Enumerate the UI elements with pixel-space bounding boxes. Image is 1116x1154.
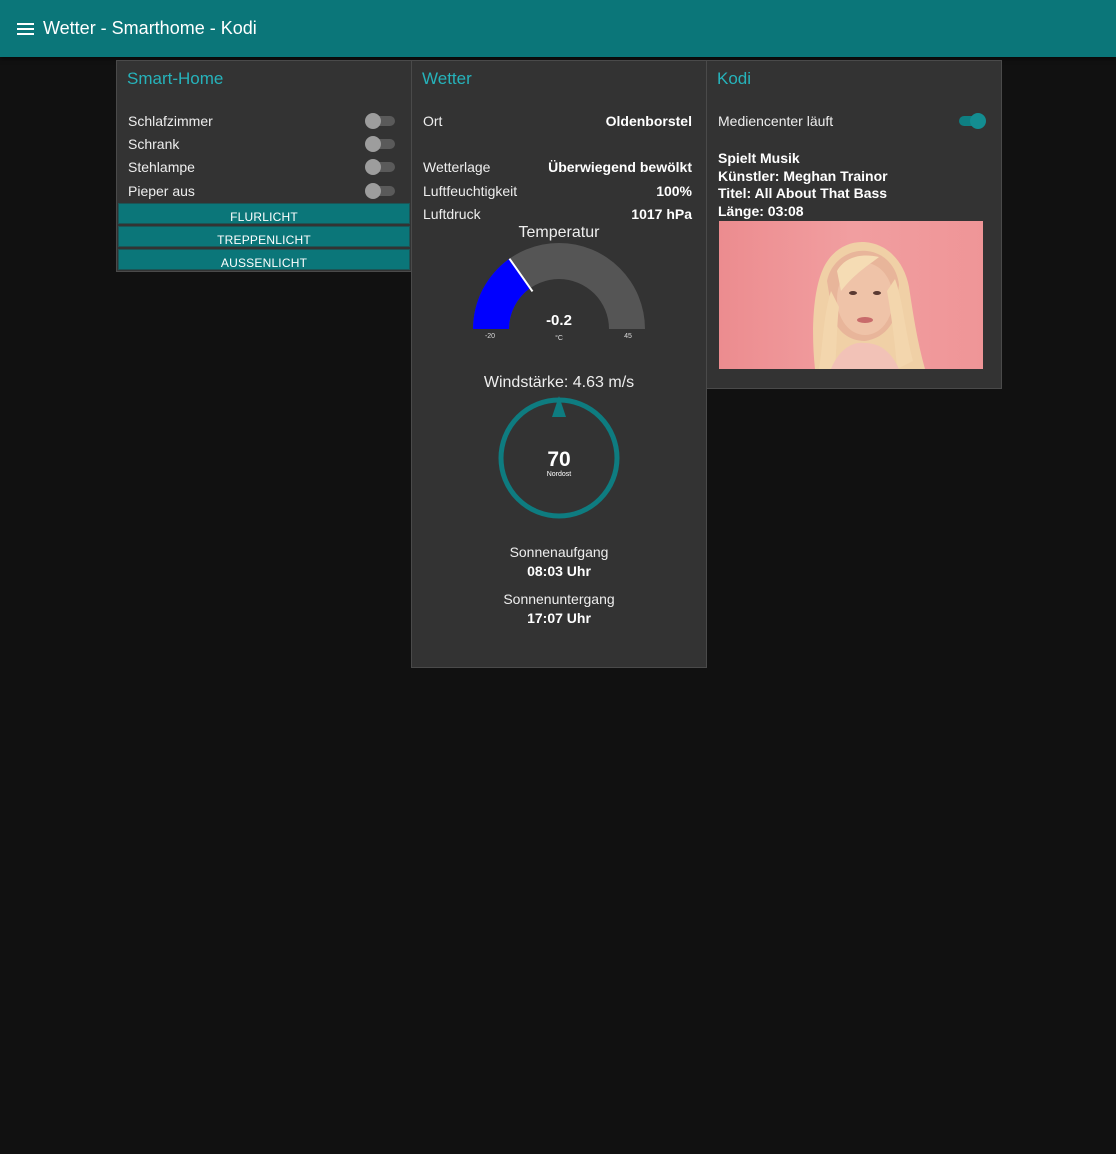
pressure-row: Luftdruck 1017 hPa bbox=[423, 204, 692, 224]
kodi-artist: Künstler: Meghan Trainor bbox=[718, 168, 888, 184]
ort-label: Ort bbox=[423, 113, 443, 129]
sunset-label: Sonnenuntergang bbox=[503, 591, 615, 607]
hamburger-menu-icon[interactable] bbox=[17, 22, 34, 35]
album-art-image bbox=[719, 221, 983, 369]
pieper-aus-toggle[interactable] bbox=[365, 183, 397, 199]
schlafzimmer-toggle[interactable] bbox=[365, 113, 397, 129]
switch-row-schlafzimmer: Schlafzimmer bbox=[128, 111, 397, 131]
switch-row-stehlampe: Stehlampe bbox=[128, 157, 397, 177]
app-title: Wetter - Smarthome - Kodi bbox=[43, 18, 257, 38]
flurlicht-button[interactable]: FLURLICHT bbox=[118, 203, 410, 224]
treppenlicht-button[interactable]: TREPPENLICHT bbox=[118, 226, 410, 247]
wind-direction-value: 70 bbox=[547, 448, 570, 471]
wetterlage-row: Wetterlage Überwiegend bewölkt bbox=[423, 157, 692, 177]
humidity-label: Luftfeuchtigkeit bbox=[423, 183, 518, 199]
wind-compass: 70 Nordost bbox=[498, 396, 620, 519]
smarthome-card: Smart-Home Schlafzimmer Schrank Stehlamp… bbox=[116, 60, 412, 272]
mediacenter-row: Mediencenter läuft bbox=[718, 111, 987, 131]
gauge-value-label: -0.2 bbox=[546, 312, 572, 329]
gauge-max-label: 45 bbox=[624, 333, 632, 340]
switch-label: Schrank bbox=[128, 136, 180, 152]
stehlampe-toggle[interactable] bbox=[365, 159, 397, 175]
aussenlicht-button[interactable]: AUSSENLICHT bbox=[118, 249, 410, 270]
wetterlage-value: Überwiegend bewölkt bbox=[548, 159, 692, 175]
pressure-value: 1017 hPa bbox=[631, 206, 692, 222]
kodi-track-title: Titel: All About That Bass bbox=[718, 185, 888, 201]
sunrise-label: Sonnenaufgang bbox=[509, 544, 609, 560]
kodi-length: Länge: 03:08 bbox=[718, 203, 804, 219]
mediacenter-toggle[interactable] bbox=[955, 113, 987, 129]
ort-row: Ort Oldenborstel bbox=[423, 111, 692, 131]
gauge-min-label: -20 bbox=[485, 333, 495, 340]
weather-card: Wetter Ort Oldenborstel Wetterlage Überw… bbox=[411, 60, 707, 668]
switch-row-pieper-aus: Pieper aus bbox=[128, 181, 397, 201]
switch-row-schrank: Schrank bbox=[128, 134, 397, 154]
wind-direction-name: Nordost bbox=[547, 471, 572, 478]
wetterlage-label: Wetterlage bbox=[423, 159, 491, 175]
sunrise-value: 08:03 Uhr bbox=[527, 563, 591, 579]
schrank-toggle[interactable] bbox=[365, 136, 397, 152]
kodi-card: Kodi Mediencenter läuft Spielt Musik Kün… bbox=[706, 60, 1002, 389]
ort-value: Oldenborstel bbox=[605, 113, 692, 129]
humidity-row: Luftfeuchtigkeit 100% bbox=[423, 181, 692, 201]
smarthome-card-title: Smart-Home bbox=[127, 69, 224, 88]
humidity-value: 100% bbox=[656, 183, 692, 199]
gauge-unit-label: °C bbox=[555, 334, 563, 342]
temperature-gauge: -0.2 °C -20 45 bbox=[473, 243, 645, 342]
top-app-bar: Wetter - Smarthome - Kodi bbox=[0, 0, 1116, 57]
weather-card-title: Wetter bbox=[422, 69, 472, 88]
switch-label: Pieper aus bbox=[128, 183, 195, 199]
sunset-value: 17:07 Uhr bbox=[527, 610, 591, 626]
kodi-card-title: Kodi bbox=[717, 69, 752, 88]
pressure-label: Luftdruck bbox=[423, 206, 481, 222]
switch-label: Stehlampe bbox=[128, 159, 195, 175]
kodi-status: Spielt Musik bbox=[718, 150, 800, 166]
switch-label: Schlafzimmer bbox=[128, 113, 213, 129]
mediacenter-label: Mediencenter läuft bbox=[718, 113, 834, 129]
wind-title: Windstärke: 4.63 m/s bbox=[483, 374, 635, 391]
